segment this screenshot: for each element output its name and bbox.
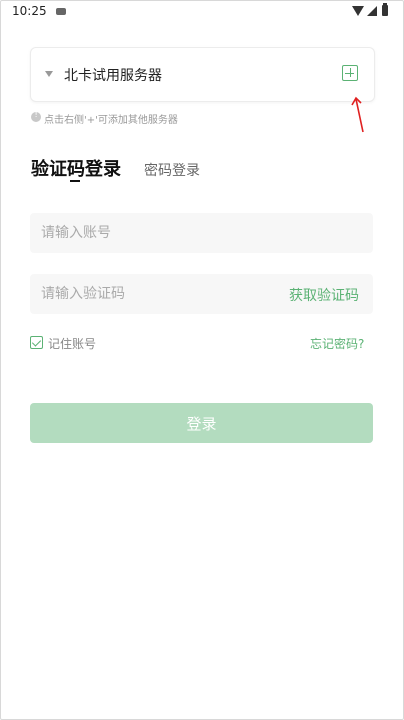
annotation-arrow-icon <box>351 96 364 133</box>
forgot-password-link[interactable]: 忘记密码? <box>310 335 364 352</box>
login-button[interactable]: 登录 <box>30 403 373 443</box>
code-input[interactable] <box>41 274 281 314</box>
server-selector[interactable]: 北卡试用服务器 <box>30 47 375 102</box>
wifi-icon <box>352 6 364 16</box>
dropdown-triangle-icon <box>45 71 53 77</box>
server-name: 北卡试用服务器 <box>64 68 162 84</box>
status-bar: 10:25 <box>0 0 404 24</box>
battery-icon <box>382 3 388 16</box>
tab-password-login[interactable]: 密码登录 <box>144 160 200 180</box>
tab-code-login[interactable]: 验证码登录 <box>31 155 121 181</box>
checkmark-icon <box>31 337 42 347</box>
account-input[interactable] <box>41 213 281 253</box>
signal-icon <box>367 6 377 16</box>
remember-label[interactable]: 记住账号 <box>48 335 96 352</box>
get-code-button[interactable]: 获取验证码 <box>289 285 359 305</box>
add-server-icon[interactable] <box>342 65 358 81</box>
server-hint: 点击右侧'+'可添加其他服务器 <box>44 115 178 126</box>
account-field[interactable] <box>30 213 373 253</box>
status-time: 10:25 <box>12 4 47 18</box>
screen-frame <box>0 0 404 720</box>
tab-active-indicator <box>70 180 80 182</box>
message-notification-icon <box>56 8 66 15</box>
info-icon <box>31 110 41 122</box>
code-field[interactable]: 获取验证码 <box>30 274 373 314</box>
remember-checkbox[interactable] <box>30 336 43 349</box>
